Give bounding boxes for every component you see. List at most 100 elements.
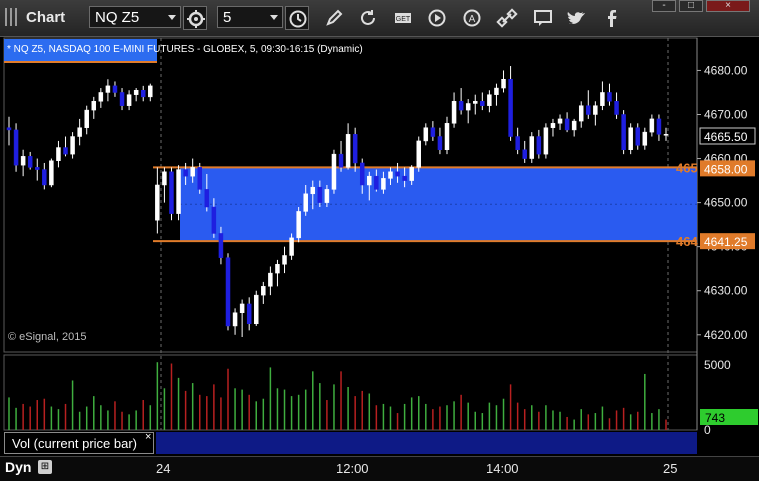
candle-body — [529, 136, 535, 159]
copyright-text: © eSignal, 2015 — [8, 331, 87, 343]
candle-body — [395, 171, 400, 177]
time-axis-bar — [0, 456, 759, 481]
candle-body — [367, 175, 372, 186]
candle-body — [317, 186, 323, 203]
candle-body — [557, 118, 563, 124]
volume-close-icon[interactable]: × — [145, 431, 151, 443]
candle-body — [70, 136, 75, 155]
candle-body — [359, 162, 365, 186]
candle-body — [487, 94, 492, 106]
candle-body — [352, 134, 358, 164]
candle-body — [275, 264, 280, 274]
candle-body — [480, 101, 485, 106]
time-tick-label: 14:00 — [486, 461, 519, 476]
candle-body — [303, 193, 308, 212]
candle-body — [458, 101, 464, 111]
candle-body — [155, 184, 160, 221]
chart-title: * NQ Z5, NASDAQ 100 E-MINI FUTURES - GLO… — [7, 44, 363, 55]
price-zone — [180, 167, 697, 242]
candle-body — [614, 101, 619, 115]
candle-body — [176, 169, 181, 214]
candle-body — [536, 136, 542, 155]
candle-body — [331, 153, 337, 190]
candle-body — [600, 92, 605, 106]
candle-body — [656, 118, 662, 135]
candle-body — [197, 167, 202, 190]
zone-upper-label: 465 — [676, 160, 698, 175]
time-tick-label: 24 — [156, 461, 171, 476]
volume-study-label[interactable]: Vol (current price bar) — [4, 432, 154, 454]
candle-body — [204, 189, 210, 208]
candle-body — [388, 171, 393, 179]
candle-body — [374, 175, 379, 190]
candle-body — [430, 127, 436, 137]
candle-body — [91, 101, 97, 111]
dynamic-mode-label[interactable]: Dyn — [5, 459, 31, 475]
candle-body — [310, 186, 316, 195]
candle-body — [663, 134, 669, 136]
candle-body — [27, 156, 33, 168]
candle-body — [56, 147, 61, 162]
candle-body — [119, 92, 125, 106]
candle-body — [140, 90, 146, 98]
candle-body — [508, 78, 513, 137]
price-chart[interactable]: 4680.004670.004660.004650.004640.004630.… — [0, 0, 759, 481]
candle-body — [289, 237, 294, 256]
candle-body — [84, 109, 89, 128]
candle-body — [254, 294, 259, 325]
candle-body — [246, 303, 252, 325]
candle-body — [77, 127, 82, 137]
candle-body — [162, 171, 167, 186]
candle-body — [296, 211, 301, 239]
candle-body — [239, 303, 245, 314]
candle-body — [635, 127, 640, 146]
candle-body — [98, 92, 104, 102]
zone-lower-tag-text: 4641.25 — [704, 235, 748, 249]
candle-body — [324, 189, 330, 203]
candle-body — [649, 118, 655, 133]
time-tick-label: 12:00 — [336, 461, 369, 476]
price-tick-label: 4680.00 — [704, 63, 748, 77]
candle-body — [105, 85, 111, 93]
price-tick-label: 4630.00 — [704, 284, 748, 298]
candle-body — [268, 272, 273, 287]
candle-body — [148, 85, 153, 98]
candle-body — [465, 103, 471, 111]
candle-body — [642, 131, 648, 146]
candle-body — [232, 312, 238, 327]
candle-body — [451, 101, 457, 124]
candle-body — [607, 92, 612, 102]
candle-body — [423, 127, 429, 142]
time-tick-label: 25 — [663, 461, 678, 476]
zone-upper-tag-text: 4658.00 — [704, 162, 748, 176]
candle-body — [133, 90, 139, 95]
candle-body — [437, 136, 443, 150]
candle-body — [183, 169, 188, 177]
candle-body — [564, 118, 570, 131]
candle-body — [494, 87, 499, 95]
candle-body — [473, 101, 478, 104]
candle-body — [628, 127, 633, 150]
volume-tick-label: 5000 — [704, 358, 731, 372]
candle-body — [6, 127, 12, 131]
volume-study-name: Vol (current price bar) — [12, 436, 137, 451]
price-tick-label: 4650.00 — [704, 196, 748, 210]
candle-body — [543, 127, 549, 155]
horizontal-scrollbar[interactable] — [156, 432, 697, 454]
candle-body — [211, 206, 217, 234]
candle-body — [338, 153, 344, 168]
candle-body — [409, 167, 414, 181]
candle-body — [345, 134, 351, 168]
lock-icon[interactable]: ⊞ — [38, 460, 52, 474]
volume-tick-label: 0 — [704, 423, 711, 437]
candle-body — [42, 169, 47, 186]
candle-body — [261, 286, 266, 296]
candle-body — [13, 129, 19, 166]
candle-body — [35, 167, 40, 170]
candle-body — [522, 149, 527, 159]
candle-body — [225, 257, 231, 327]
candle-body — [586, 105, 591, 115]
candle-body — [126, 94, 132, 106]
price-tick-label: 4670.00 — [704, 107, 748, 121]
candle-body — [381, 178, 386, 190]
